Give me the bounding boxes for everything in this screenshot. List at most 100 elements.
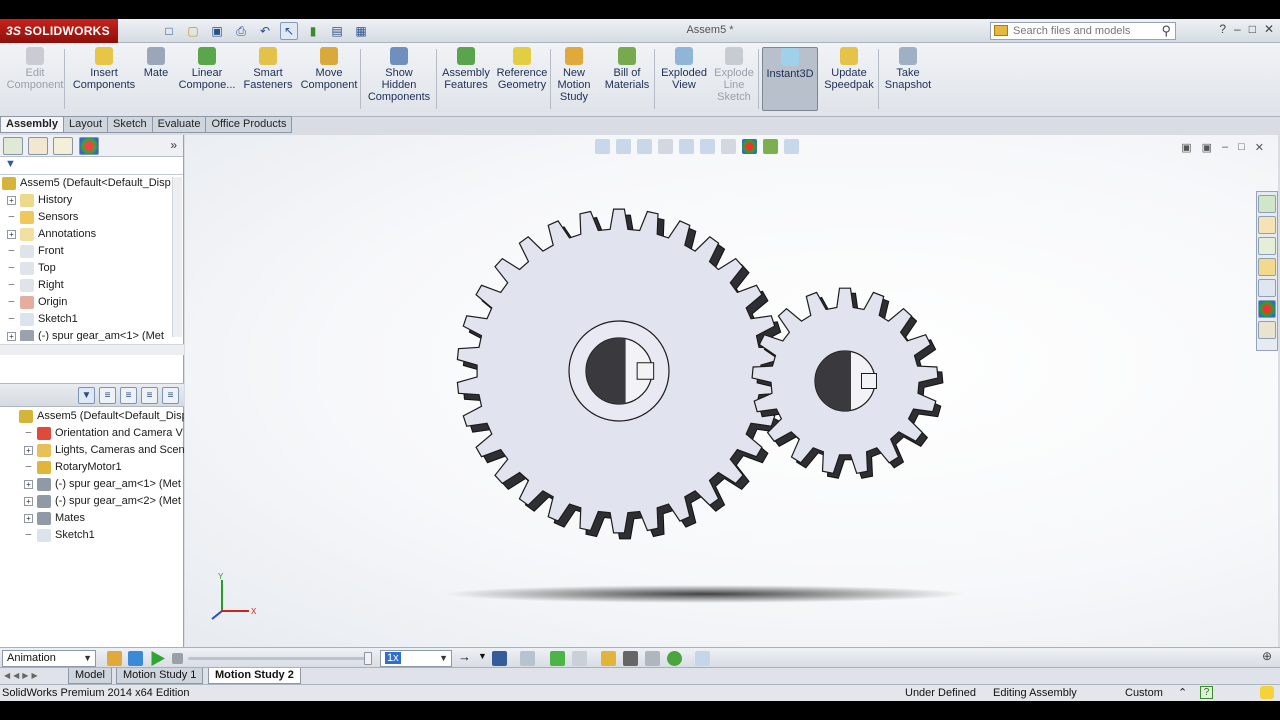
speedpak-button[interactable]: Update Speedpak (822, 47, 876, 91)
study-type-select[interactable]: Animation ▼ (2, 650, 96, 667)
save-animation-icon[interactable] (492, 651, 507, 666)
undo-icon[interactable]: ↶ (256, 22, 274, 40)
smart-fasteners-button[interactable]: Smart Fasteners (240, 47, 296, 91)
collapse-tree-icon[interactable]: ≡ (162, 387, 179, 404)
mate-button[interactable]: Mate (142, 47, 170, 79)
tree-item[interactable]: + History (0, 192, 183, 209)
assembly-features-button[interactable]: Assembly Features (440, 47, 492, 91)
filter-animation-icon[interactable]: ▼ (78, 387, 95, 404)
instant3d-button[interactable]: Instant3D (762, 47, 818, 111)
insert-components-button[interactable]: Insert Components (70, 47, 138, 91)
move-component-button[interactable]: Move Component (296, 47, 362, 91)
maximize-button[interactable]: □ (1249, 22, 1256, 36)
linear-pattern-button[interactable]: Linear Compone... (176, 47, 238, 91)
tree-item[interactable]: + Lights, Cameras and Scen (0, 442, 184, 459)
rebuild-status-icon[interactable]: ? (1200, 686, 1213, 699)
tree-item[interactable]: + Annotations (0, 226, 183, 243)
appearances-icon[interactable] (1258, 279, 1276, 297)
display-manager-tab-icon[interactable] (79, 137, 99, 155)
tab-motion-study-1[interactable]: Motion Study 1 (116, 668, 204, 684)
reference-geometry-button[interactable]: Reference Geometry (494, 47, 550, 91)
tree-item[interactable]: ─ RotaryMotor1 (0, 459, 184, 476)
motion-study-properties-icon[interactable] (695, 651, 710, 666)
tree-item[interactable]: ─ Origin (0, 294, 183, 311)
playback-mode-icon[interactable]: → (458, 649, 471, 664)
autokey-icon[interactable] (550, 651, 565, 666)
tab-model[interactable]: Model (68, 668, 112, 684)
print-icon[interactable]: ⎙ (232, 22, 250, 40)
add-key-icon[interactable] (572, 651, 587, 666)
design-library-icon[interactable] (1258, 216, 1276, 234)
bill-of-materials-button[interactable]: Bill of Materials (600, 47, 654, 91)
motion-study-button[interactable]: New Motion Study (554, 47, 594, 103)
tab-sketch[interactable]: Sketch (108, 116, 153, 133)
tree-filter-bar[interactable]: ▼ (0, 157, 183, 175)
tree-item[interactable]: + (-) spur gear_am<1> (Met (0, 328, 183, 341)
close-button[interactable]: ✕ (1264, 22, 1274, 36)
expand-toggle-icon[interactable]: + (7, 332, 16, 341)
expand-toggle-icon[interactable]: + (24, 514, 33, 523)
tab-motion-study-2[interactable]: Motion Study 2 (208, 668, 301, 684)
graphics-area[interactable]: ▣ ▣ – □ ✕ Y X (185, 135, 1278, 647)
tab-assembly[interactable]: Assembly (0, 116, 64, 133)
explode-line-button[interactable]: Explode Line Sketch (712, 47, 756, 103)
expand-toggle-icon[interactable]: + (24, 480, 33, 489)
damper-icon[interactable] (645, 651, 660, 666)
filter-results-icon[interactable]: ≡ (141, 387, 158, 404)
playback-speed-select[interactable]: 1x ▼ (380, 650, 452, 667)
save-icon[interactable]: ▣ (208, 22, 226, 40)
edit-component-button[interactable]: Edit Component (4, 47, 66, 91)
search-box[interactable]: Search files and models ⚲ (990, 22, 1176, 40)
custom-properties-icon[interactable] (1258, 300, 1276, 318)
expand-toggle-icon[interactable]: + (24, 497, 33, 506)
tree-item[interactable]: ─ Front (0, 243, 183, 260)
show-hidden-button[interactable]: Show Hidden Components (366, 47, 432, 103)
units-chevron-icon[interactable]: ⌃ (1178, 686, 1187, 701)
solidworks-logo[interactable]: 3S SOLIDWORKS (0, 19, 118, 43)
filter-icon[interactable]: ▼ (5, 158, 16, 170)
tree-root-assembly[interactable]: Assem5 (Default<Default_Disp (0, 408, 184, 425)
select-cursor-icon[interactable]: ↖ (280, 22, 298, 40)
filter-driving-icon[interactable]: ≡ (99, 387, 116, 404)
feature-manager-tab-icon[interactable] (3, 137, 23, 155)
animation-wizard-icon[interactable] (520, 651, 535, 666)
timeline-slider[interactable] (188, 652, 372, 665)
configuration-manager-tab-icon[interactable] (53, 137, 73, 155)
tab-evaluate[interactable]: Evaluate (152, 116, 207, 133)
calculate-icon[interactable] (107, 651, 122, 666)
tree-root-assembly[interactable]: Assem5 (Default<Default_Disp (0, 175, 183, 192)
tree-item[interactable]: ─ Sketch1 (0, 311, 183, 328)
play-from-start-icon[interactable] (128, 651, 143, 666)
stop-icon[interactable] (172, 653, 183, 664)
search-icon[interactable]: ⚲ (1161, 23, 1171, 39)
tooltip-bulb-icon[interactable] (1260, 686, 1274, 699)
expand-toggle-icon[interactable]: + (7, 230, 16, 239)
tab-scroll-arrows[interactable]: ◀◀▶▶ (4, 671, 41, 680)
tree-item[interactable]: + (-) spur gear_am<2> (Met (0, 493, 184, 510)
large-spur-gear[interactable] (456, 208, 788, 540)
units-selector[interactable]: Custom (1125, 686, 1163, 701)
expand-toggle-icon[interactable]: + (7, 196, 16, 205)
expand-toggle-icon[interactable]: + (24, 446, 33, 455)
chevron-down-icon[interactable]: ▼ (478, 651, 487, 661)
exploded-view-button[interactable]: Exploded View (658, 47, 710, 91)
solidworks-resources-icon[interactable] (1258, 195, 1276, 213)
expand-panel-icon[interactable]: » (170, 138, 177, 152)
motor-icon[interactable] (601, 651, 616, 666)
slider-thumb[interactable] (364, 652, 372, 665)
gravity-icon[interactable] (667, 651, 682, 666)
snapshot-button[interactable]: Take Snapshot (880, 47, 936, 91)
collapse-timeline-icon[interactable]: ⊕ (1262, 649, 1272, 663)
open-folder-icon[interactable]: ▢ (184, 22, 202, 40)
minimize-button[interactable]: – (1234, 22, 1241, 36)
spring-icon[interactable] (623, 651, 638, 666)
options-icon[interactable]: ▦ (352, 22, 370, 40)
tree-item[interactable]: ─ Top (0, 260, 183, 277)
rebuild-icon[interactable]: ▮ (304, 22, 322, 40)
filter-selected-icon[interactable]: ≡ (120, 387, 137, 404)
property-manager-tab-icon[interactable] (28, 137, 48, 155)
tree-item[interactable]: ─ Right (0, 277, 183, 294)
view-palette-icon[interactable] (1258, 258, 1276, 276)
play-icon[interactable] (151, 651, 165, 666)
tab-office-products[interactable]: Office Products (206, 116, 293, 133)
